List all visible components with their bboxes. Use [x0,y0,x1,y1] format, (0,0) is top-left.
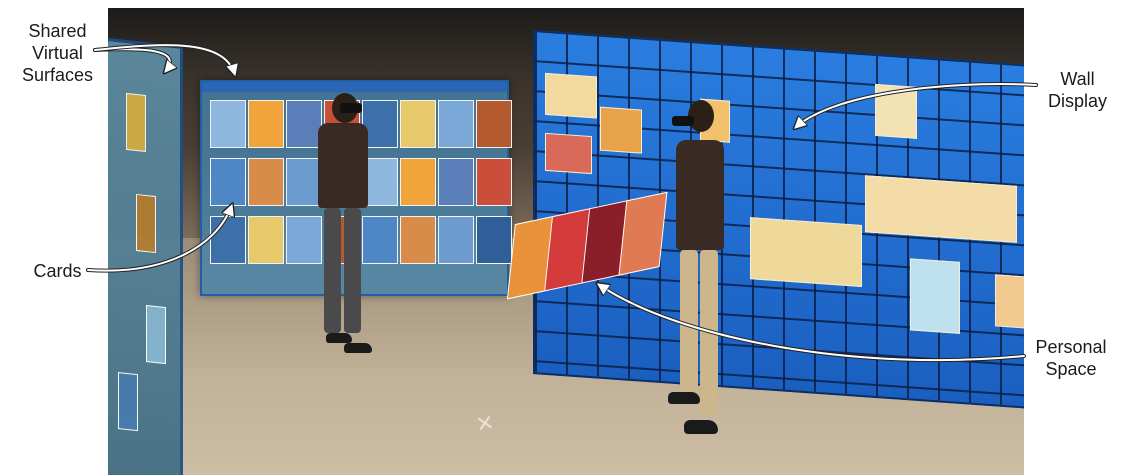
label-shared-virtual-surfaces: Shared Virtual Surfaces [10,20,105,86]
headset [672,116,694,126]
card [118,372,138,432]
card [438,216,474,264]
person-left [300,93,380,363]
label-cards: Cards [30,260,85,282]
label-personal-space: Personal Space [1026,336,1116,380]
leg [680,250,698,395]
person-right [656,100,746,450]
headset [340,103,362,113]
wall-image [750,217,862,288]
leg [700,250,718,415]
wall-image [600,106,642,154]
card [248,100,284,148]
wall-image [875,83,917,139]
label-line: Virtual [32,43,83,63]
card [248,216,284,264]
card [476,100,512,148]
card [210,158,246,206]
card [438,158,474,206]
torso [676,140,724,250]
shoe [684,420,718,434]
leg [344,208,361,333]
shoe [668,392,700,404]
label-line: Cards [33,261,82,281]
photo: ✕ [108,8,1024,475]
card [248,158,284,206]
label-line: Surfaces [21,65,94,85]
label-line: Shared [28,21,87,41]
card [210,100,246,148]
label-line: Display [1047,91,1108,111]
wall-image [545,72,597,119]
wall-image [545,132,592,175]
label-line: Wall [1060,69,1095,89]
card [476,216,512,264]
wall-image [910,258,960,334]
card [210,216,246,264]
card [400,158,436,206]
card [400,100,436,148]
wall-image [865,175,1017,243]
torso [318,123,368,208]
card [438,100,474,148]
label-line: Personal [1035,337,1107,357]
card [400,216,436,264]
label-wall-display: Wall Display [1040,68,1115,112]
shoe [326,333,352,343]
shared-surface-left [108,38,183,475]
card [136,193,156,254]
wall-image [995,274,1024,329]
label-line: Space [1045,359,1097,379]
card [476,158,512,206]
card [146,304,166,365]
leg [324,208,341,333]
shoe [344,343,372,353]
card [126,92,146,152]
surface-titlebar [202,82,507,92]
